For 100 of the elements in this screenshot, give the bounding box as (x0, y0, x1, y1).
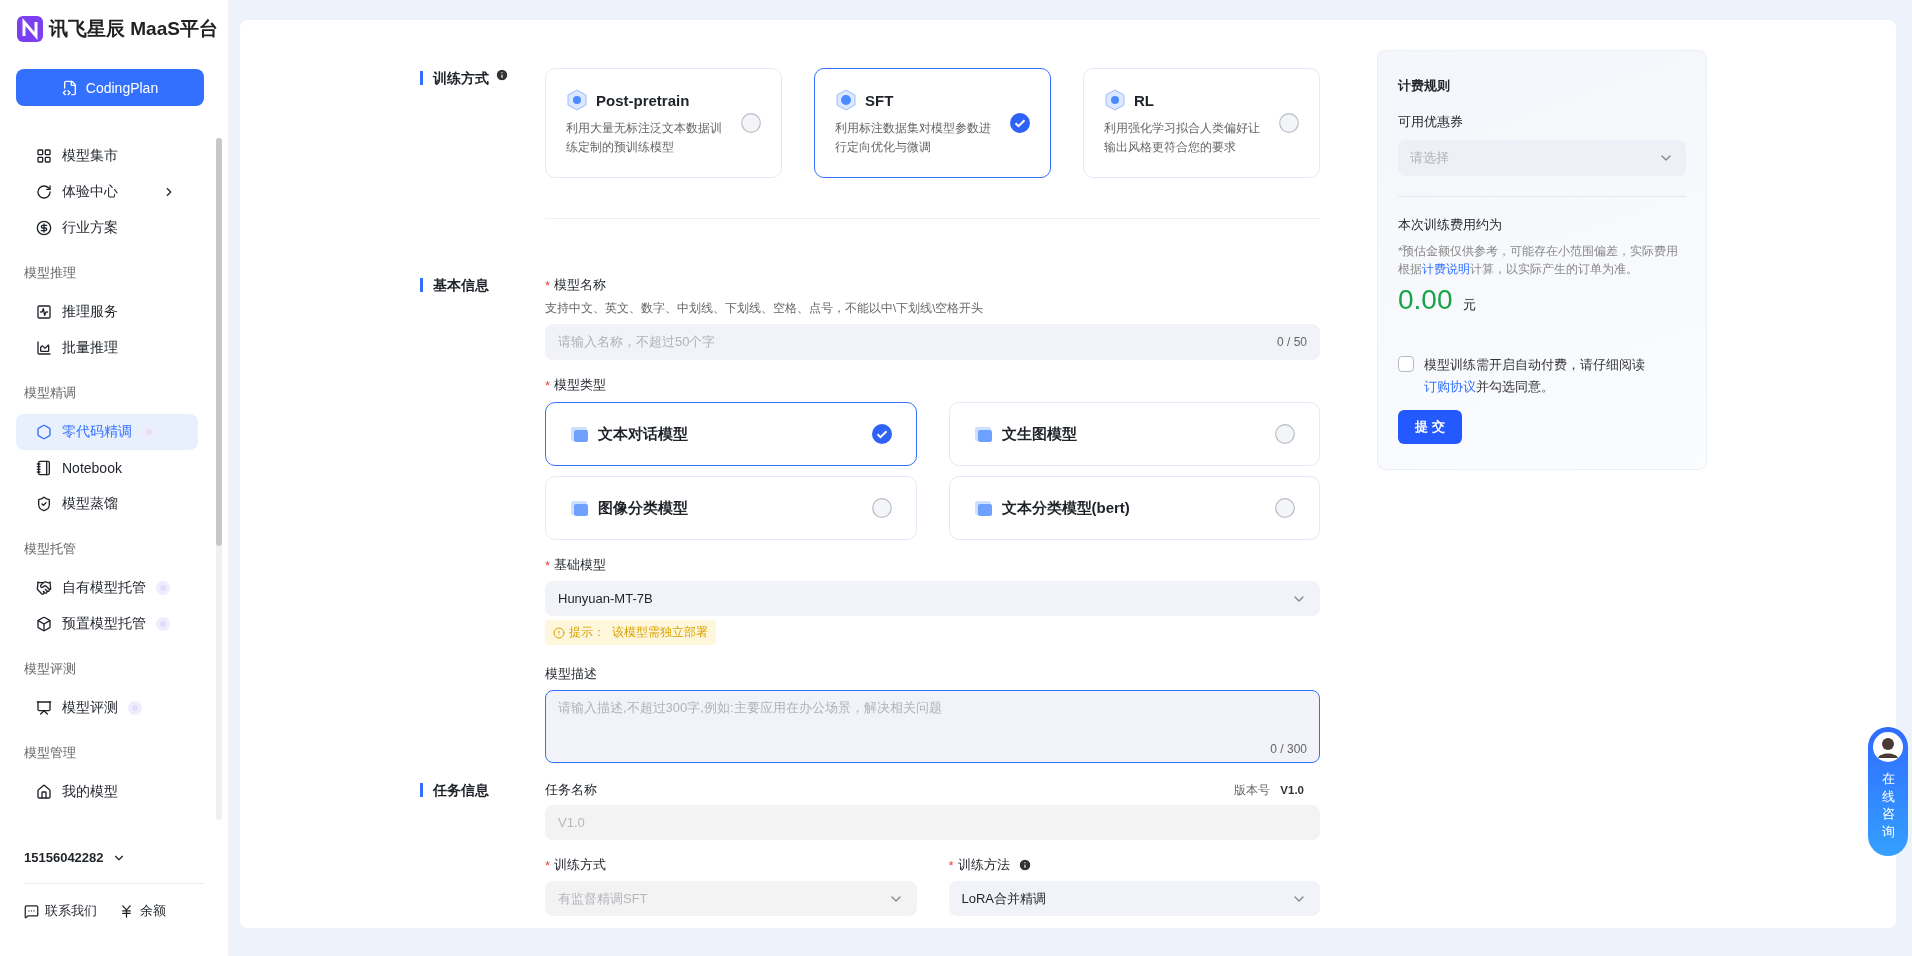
card-description: 利用标注数据集对模型参数进行定向优化与微调 (835, 120, 992, 156)
badge-dot (156, 617, 170, 631)
section-title: 任务信息 (420, 783, 489, 797)
required-mark: * (545, 277, 551, 293)
section-title: 基本信息 (420, 278, 489, 292)
nav-group-title: 模型评测 (24, 660, 76, 678)
image-card-icon (570, 499, 590, 517)
nav-item[interactable]: 预置模型托管 (16, 606, 198, 642)
cost-amount: 0.00 (1398, 284, 1453, 316)
consult-label: 在线咨询 (1881, 770, 1895, 841)
nav-group-title: 模型推理 (24, 264, 76, 282)
hexagon-icon (1104, 89, 1126, 111)
yen-icon (119, 903, 134, 919)
nav-item[interactable]: 零代码精调 (16, 414, 198, 450)
info-icon[interactable] (1017, 858, 1032, 872)
footer-link[interactable]: 余额 (119, 902, 166, 920)
card-title: 文本分类模型(bert) (1001, 498, 1131, 518)
checked-radio[interactable] (1010, 113, 1030, 133)
footer-link[interactable]: 联系我们 (24, 902, 97, 920)
box-icon (36, 616, 52, 632)
image-card-icon (570, 425, 590, 443)
radio-button[interactable] (871, 498, 892, 518)
field-label: 训练方法 (957, 856, 1010, 874)
agreement-checkbox[interactable] (1398, 356, 1414, 372)
checked-radio[interactable] (871, 424, 892, 444)
area-chart-icon (36, 340, 52, 356)
submit-button[interactable]: 提 交 (1398, 410, 1462, 444)
name-input-field[interactable]: 请输入名称，不超过50个字 0 / 50 (545, 324, 1320, 360)
description-input-field[interactable]: 请输入描述,不超过300字,例如:主要应用在办公场景，解决相关问题 0 / 300 (545, 690, 1320, 763)
online-consult-button[interactable]: 在线咨询 (1868, 727, 1908, 856)
card-description: 利用大量无标注泛文本数据训练定制的预训练模型 (566, 120, 723, 156)
tip-text: 提示： 该模型需独立部署 (569, 624, 708, 641)
section-title: 训练方式 (420, 71, 489, 85)
base-model-select[interactable]: Hunyuan-MT-7B (545, 581, 1320, 616)
radio-button[interactable] (1279, 113, 1299, 133)
dropdown-select[interactable]: LoRA合并精调 (948, 881, 1320, 916)
model-type-card[interactable]: 文本分类模型(bert) (948, 476, 1320, 540)
brand-name: 讯飞星辰 MaaS平台 (49, 17, 218, 41)
handshake-icon (36, 580, 52, 596)
model-type-card[interactable]: 文本对话模型 (545, 402, 917, 466)
nav-item[interactable]: 体验中心 (16, 174, 198, 210)
chat-icon (24, 903, 39, 919)
model-type-card[interactable]: 文生图模型 (948, 402, 1320, 466)
version-label: 版本号 V1.0 (1234, 782, 1304, 798)
required-mark: * (545, 557, 551, 573)
nav-item[interactable]: 模型评测 (16, 690, 198, 726)
required-mark: * (948, 857, 954, 873)
field-label: 模型名称 (554, 276, 607, 294)
nav-item[interactable]: Notebook (16, 450, 198, 486)
alert-icon (553, 626, 565, 639)
card-description: 利用强化学习拟合人类偏好让输出风格更符合您的要求 (1104, 120, 1261, 156)
document-icon (61, 79, 78, 96)
shield-icon (36, 496, 52, 512)
field-label: 模型描述 (545, 665, 597, 683)
currency-label: 元 (1462, 296, 1476, 314)
field-label: 任务名称 (545, 781, 597, 799)
field-label: 模型类型 (554, 376, 607, 394)
scrollbar[interactable] (216, 138, 222, 820)
avatar (1873, 732, 1903, 762)
card-title: 文生图模型 (1001, 424, 1078, 444)
grid-icon (36, 148, 52, 164)
refresh-icon (36, 184, 52, 200)
hexagon-icon (36, 424, 52, 440)
radio-button[interactable] (1275, 498, 1295, 518)
nav-group-title: 模型托管 (24, 540, 76, 558)
notebook-icon (36, 460, 52, 476)
field-label: 训练方式 (554, 856, 607, 874)
training-type-card[interactable]: Post-pretrain 利用大量无标注泛文本数据训练定制的预训练模型 (545, 68, 782, 178)
card-title: SFT (865, 91, 894, 109)
agreement-link[interactable]: 订购协议 (1424, 380, 1476, 394)
presentation-icon (36, 700, 52, 716)
card-title: Post-pretrain (596, 91, 690, 109)
chart-icon (36, 304, 52, 320)
hexagon-icon (835, 89, 857, 111)
billing-link[interactable]: 计费说明 (1422, 263, 1470, 275)
nav-group-title: 模型精调 (24, 384, 76, 402)
training-type-card[interactable]: SFT 利用标注数据集对模型参数进行定向优化与微调 (814, 68, 1051, 178)
coin-icon (36, 220, 52, 236)
agreement-text: 模型训练需开启自动付费，请仔细阅读 订购协议并勾选同意。 (1424, 357, 1645, 396)
info-icon[interactable] (495, 68, 509, 82)
house-icon (36, 784, 52, 800)
model-type-card[interactable]: 图像分类模型 (545, 476, 917, 540)
nav-item[interactable]: 推理服务 (16, 294, 198, 330)
account-menu[interactable]: 15156042282 (24, 850, 228, 865)
nav-item[interactable]: 我的模型 (16, 774, 198, 810)
nav-item[interactable]: 模型集市 (16, 138, 198, 174)
billing-title: 计费规则 (1398, 77, 1451, 95)
training-type-card[interactable]: RL 利用强化学习拟合人类偏好让输出风格更符合您的要求 (1083, 68, 1320, 178)
nav-item[interactable]: 行业方案 (16, 210, 198, 246)
nav-item[interactable]: 自有模型托管 (16, 570, 198, 606)
field-hint: 支持中文、英文、数字、中划线、下划线、空格、点号，不能以中\下划线\空格开头 (545, 301, 985, 316)
coding-plan-button[interactable]: CodingPlan (16, 69, 204, 106)
nav-item[interactable]: 模型蒸馏 (16, 486, 198, 522)
radio-button[interactable] (1275, 424, 1295, 444)
card-title: 文本对话模型 (598, 424, 689, 444)
cost-note: *预估金额仅供参考，可能存在小范围偏差，实际费用根据计费说明计算，以实际产生的订单为准。 (1398, 244, 1680, 277)
radio-button[interactable] (741, 113, 761, 133)
required-mark: * (545, 377, 551, 393)
field-label: 基础模型 (554, 556, 607, 574)
nav-item[interactable]: 批量推理 (16, 330, 198, 366)
